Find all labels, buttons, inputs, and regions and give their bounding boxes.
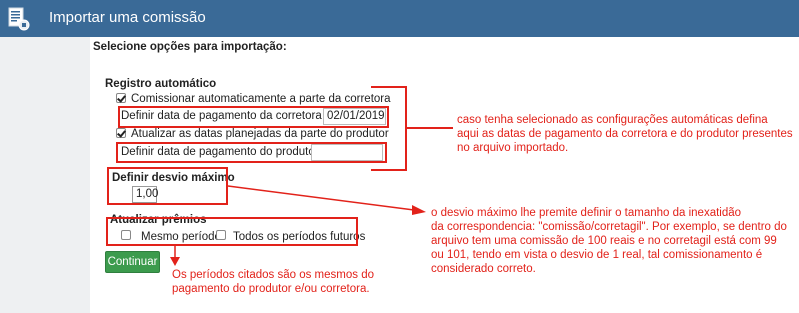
bracket-bottom [371, 169, 407, 171]
producer-date-highlight [116, 142, 387, 163]
update-dates-checkbox[interactable] [116, 128, 126, 138]
registro-automatico-title: Registro automático [105, 78, 217, 90]
premios-highlight [106, 217, 358, 246]
instructions-text: Selecione opções para importação: [93, 41, 287, 53]
bracket-connector [406, 127, 453, 129]
note-periodos: Os períodos citados são os mesmos do pag… [172, 269, 374, 295]
bracket-top [371, 86, 407, 88]
page-title: Importar uma comissão [49, 9, 206, 26]
desvio-highlight [107, 167, 228, 205]
note-dates: caso tenha selecionado as configurações … [457, 114, 793, 154]
update-dates-label: Atualizar as datas planejadas da parte d… [131, 128, 389, 140]
commission-auto-checkbox[interactable] [116, 93, 126, 103]
document-import-icon [8, 7, 30, 31]
commission-auto-label: Comissionar automaticamente a parte da c… [131, 93, 391, 105]
title-bar: Importar uma comissão [0, 0, 799, 37]
broker-date-highlight [118, 106, 389, 128]
note-desvio: o desvio máximo lhe premite definir o ta… [431, 207, 787, 275]
continue-button[interactable]: Continuar [105, 251, 160, 273]
